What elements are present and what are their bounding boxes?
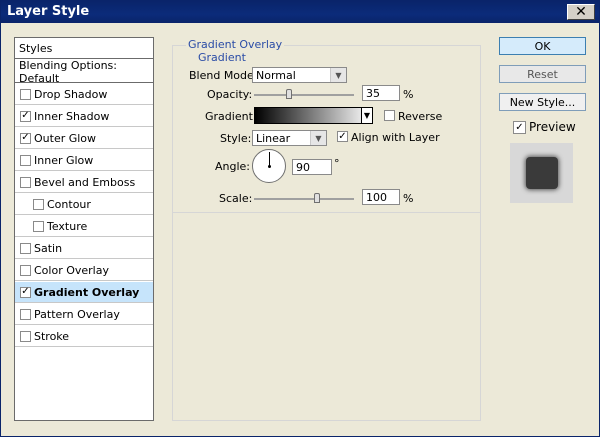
align-with-layer-checkbox[interactable]	[337, 131, 348, 142]
align-with-layer-label: Align with Layer	[351, 131, 440, 144]
style-item-label: Satin	[34, 241, 63, 255]
preview-label: Preview	[529, 120, 576, 134]
style-item-label: Contour	[47, 197, 91, 211]
style-item-label: Outer Glow	[34, 131, 97, 145]
style-item-bevel-and-emboss[interactable]: Bevel and Emboss	[15, 172, 153, 193]
scale-slider-thumb[interactable]	[314, 193, 320, 203]
opacity-label: Opacity:	[207, 88, 253, 101]
blend-mode-select[interactable]: Normal ▼	[252, 67, 347, 83]
style-item-checkbox[interactable]	[20, 154, 31, 166]
opacity-unit: %	[403, 88, 414, 101]
ok-button-label: OK	[534, 39, 551, 53]
style-item-label: Inner Glow	[34, 153, 94, 167]
angle-value: 90	[296, 160, 310, 174]
style-item-checkbox[interactable]	[33, 198, 44, 210]
scale-label: Scale:	[219, 192, 253, 205]
angle-dial[interactable]	[252, 149, 286, 183]
style-item-checkbox[interactable]	[20, 176, 31, 188]
style-item-checkbox[interactable]	[20, 330, 31, 342]
opacity-slider-track[interactable]	[254, 94, 354, 96]
style-item-outer-glow[interactable]: Outer Glow	[15, 128, 153, 149]
reset-button[interactable]: Reset	[499, 65, 586, 83]
style-item-checkbox[interactable]	[20, 264, 31, 276]
preview-thumbnail	[510, 143, 573, 203]
blend-mode-value: Normal	[256, 68, 296, 82]
style-item-gradient-overlay[interactable]: Gradient Overlay	[15, 282, 153, 303]
scale-input[interactable]: 100	[362, 189, 400, 205]
style-label: Style:	[220, 132, 252, 145]
angle-unit: °	[334, 157, 340, 170]
style-item-checkbox[interactable]	[20, 132, 31, 144]
gradient-dropdown-arrow-icon[interactable]: ▼	[361, 107, 373, 124]
opacity-input[interactable]: 35	[362, 85, 400, 101]
style-item-checkbox[interactable]	[33, 220, 44, 232]
close-icon: ✕	[575, 4, 587, 20]
ok-button[interactable]: OK	[499, 37, 586, 55]
sub-title: Gradient	[198, 51, 246, 64]
scale-slider-track[interactable]	[254, 198, 354, 200]
style-item-label: Gradient Overlay	[34, 285, 140, 299]
chevron-down-icon: ▼	[310, 131, 326, 145]
reverse-label: Reverse	[398, 110, 443, 123]
new-style-button[interactable]: New Style...	[499, 93, 586, 111]
style-item-pattern-overlay[interactable]: Pattern Overlay	[15, 304, 153, 325]
style-item-drop-shadow[interactable]: Drop Shadow	[15, 84, 153, 105]
style-item-label: Drop Shadow	[34, 87, 108, 101]
style-item-checkbox[interactable]	[20, 286, 31, 298]
style-item-label: Stroke	[34, 329, 70, 343]
style-item-texture[interactable]: Texture	[15, 216, 153, 237]
style-item-label: Inner Shadow	[34, 109, 110, 123]
style-item-label: Color Overlay	[34, 263, 109, 277]
scale-value: 100	[366, 190, 387, 204]
dialog-title: Layer Style	[7, 4, 90, 19]
blend-mode-label: Blend Mode:	[189, 69, 258, 82]
gradient-picker[interactable]	[254, 107, 373, 124]
layer-style-dialog: Layer Style ✕ Styles Blending Options: D…	[0, 0, 600, 437]
style-item-checkbox[interactable]	[20, 88, 31, 100]
angle-label: Angle:	[215, 160, 251, 173]
style-item-label: Bevel and Emboss	[34, 175, 136, 189]
style-item-checkbox[interactable]	[20, 242, 31, 254]
style-item-stroke[interactable]: Stroke	[15, 326, 153, 347]
opacity-value: 35	[366, 86, 380, 100]
opacity-slider-thumb[interactable]	[286, 89, 292, 99]
style-item-label: Texture	[47, 219, 88, 233]
style-item-inner-glow[interactable]: Inner Glow	[15, 150, 153, 171]
styles-header[interactable]: Styles	[15, 38, 153, 59]
reverse-checkbox[interactable]	[384, 110, 395, 121]
style-item-satin[interactable]: Satin	[15, 238, 153, 259]
scale-unit: %	[403, 192, 414, 205]
style-item-inner-shadow[interactable]: Inner Shadow	[15, 106, 153, 127]
preview-checkbox[interactable]	[513, 121, 526, 134]
blending-options-label: Blending Options: Default	[19, 59, 117, 85]
style-item-color-overlay[interactable]: Color Overlay	[15, 260, 153, 281]
style-item-checkbox[interactable]	[20, 110, 31, 122]
reset-button-label: Reset	[527, 67, 558, 81]
style-value: Linear	[256, 131, 291, 145]
preview-swatch	[525, 157, 558, 189]
gradient-label: Gradient:	[205, 110, 257, 123]
style-item-contour[interactable]: Contour	[15, 194, 153, 215]
blending-options-row[interactable]: Blending Options: Default	[15, 59, 153, 85]
style-select[interactable]: Linear ▼	[252, 130, 327, 146]
close-button[interactable]: ✕	[567, 4, 595, 20]
style-item-label: Pattern Overlay	[34, 307, 120, 321]
group-title: Gradient Overlay	[186, 38, 285, 51]
new-style-button-label: New Style...	[509, 95, 576, 109]
style-item-checkbox[interactable]	[20, 308, 31, 320]
angle-input[interactable]: 90	[292, 159, 332, 175]
title-bar: Layer Style ✕	[1, 1, 599, 23]
chevron-down-icon: ▼	[330, 68, 346, 82]
styles-header-label: Styles	[19, 41, 53, 55]
styles-list: Styles Blending Options: Default Drop Sh…	[14, 37, 154, 421]
